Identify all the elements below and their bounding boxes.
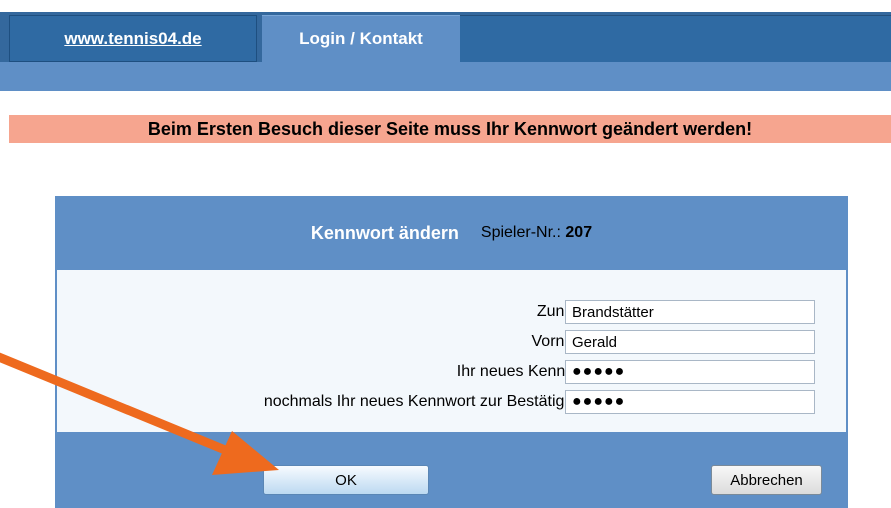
new-password-field[interactable]	[565, 360, 815, 384]
tab-home[interactable]: www.tennis04.de	[9, 15, 257, 62]
cancel-button[interactable]: Abbrechen	[711, 465, 822, 495]
lastname-field[interactable]	[565, 300, 815, 324]
top-strip	[0, 0, 891, 12]
row-firstname: Vorname:	[57, 328, 846, 358]
tab-row-fill	[460, 15, 891, 62]
ok-button[interactable]: OK	[263, 465, 429, 495]
tab-login-kontakt[interactable]: Login / Kontakt	[262, 15, 460, 62]
firstname-field[interactable]	[565, 330, 815, 354]
panel-header: Kennwort ändern Spieler-Nr.: 207	[55, 196, 848, 270]
tab-login-label[interactable]: Login / Kontakt	[299, 29, 423, 49]
player-number-label: Spieler-Nr.:	[480, 224, 561, 241]
player-number-value: 207	[565, 224, 593, 241]
tab-home-label[interactable]: www.tennis04.de	[64, 29, 201, 49]
change-password-panel: Kennwort ändern Spieler-Nr.: 207 Zuname:…	[55, 196, 848, 508]
player-number: Spieler-Nr.: 207	[481, 224, 592, 242]
confirm-password-field[interactable]	[565, 390, 815, 414]
notice-text: Beim Ersten Besuch dieser Seite muss Ihr…	[147, 118, 753, 139]
row-new-password: Ihr neues Kennwort:	[57, 358, 846, 388]
row-lastname: Zuname:	[57, 298, 846, 328]
confirm-password-label: nochmals Ihr neues Kennwort zur Bestätig…	[263, 393, 600, 410]
form-body: Zuname: Vorname: Ihr neues Kennwort: noc…	[57, 270, 846, 432]
password-change-notice: Beim Ersten Besuch dieser Seite muss Ihr…	[9, 115, 891, 143]
panel-title: Kennwort ändern	[310, 222, 459, 243]
row-confirm-password: nochmals Ihr neues Kennwort zur Bestätig…	[57, 388, 846, 418]
